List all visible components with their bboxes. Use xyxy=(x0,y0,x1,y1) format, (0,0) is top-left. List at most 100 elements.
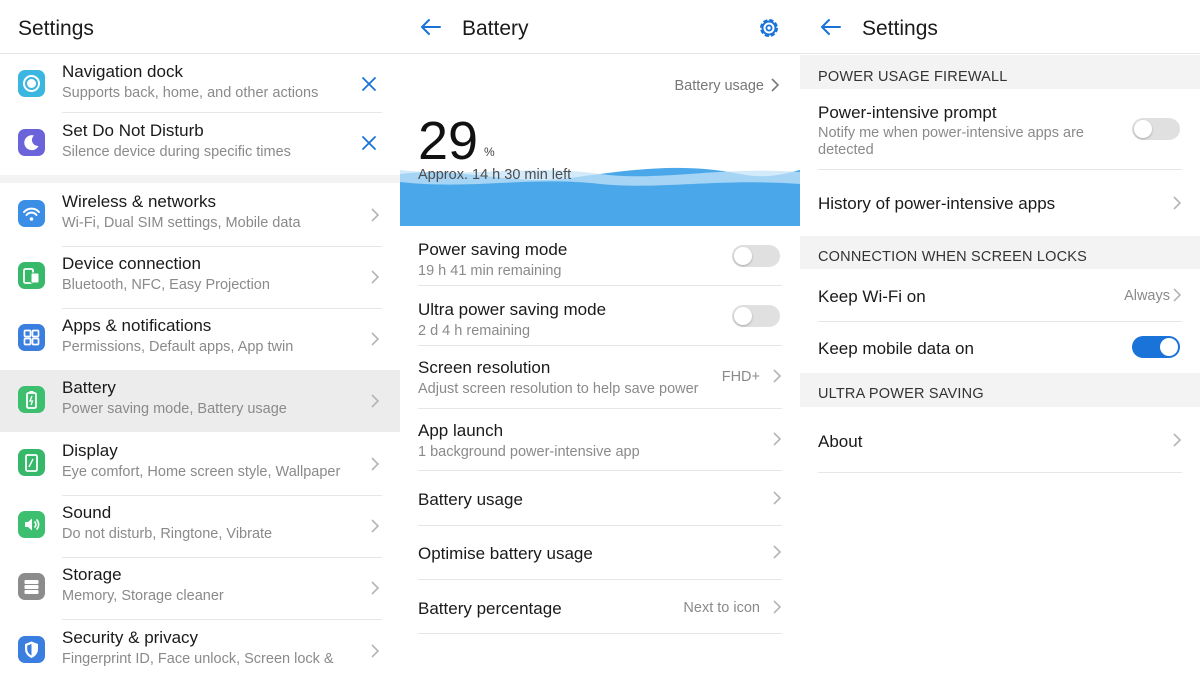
divider xyxy=(418,633,782,634)
chevron-right-icon xyxy=(771,544,783,560)
toggle-knob xyxy=(1160,338,1178,356)
sidebar-item-security[interactable]: Security & privacy Fingerprint ID, Face … xyxy=(0,620,400,675)
row-subtitle: 2 d 4 h remaining xyxy=(418,323,531,339)
section-header-screen-lock: CONNECTION WHEN SCREEN LOCKS xyxy=(800,236,1200,269)
section-header-ultra-power: ULTRA POWER SAVING xyxy=(800,373,1200,407)
row-value: Always xyxy=(1124,288,1170,304)
sidebar-item-device-connection[interactable]: Device connection Bluetooth, NFC, Easy P… xyxy=(0,246,400,308)
display-icon xyxy=(18,449,45,476)
list-item-title: Device connection xyxy=(62,254,201,273)
chevron-right-icon xyxy=(771,431,783,447)
chevron-right-icon xyxy=(369,331,381,347)
settings-panel: Settings Navigation dock Supports back, … xyxy=(0,0,400,675)
chevron-right-icon xyxy=(369,643,381,659)
keep-mobile-data-row[interactable]: Keep mobile data on xyxy=(800,322,1200,373)
row-title: About xyxy=(818,432,863,451)
row-subtitle: Notify me when power-intensive apps are … xyxy=(818,125,1084,158)
power-saving-mode-row[interactable]: Power saving mode 19 h 41 min remaining xyxy=(400,226,800,286)
list-item-title: Storage xyxy=(62,565,122,584)
ultra-power-saving-toggle[interactable] xyxy=(732,305,780,327)
chevron-right-icon xyxy=(771,78,780,92)
sidebar-item-display[interactable]: Display Eye comfort, Home screen style, … xyxy=(0,433,400,495)
list-item-navigation-dock[interactable]: Navigation dock Supports back, home, and… xyxy=(0,54,400,116)
sidebar-item-apps[interactable]: Apps & notifications Permissions, Defaul… xyxy=(0,308,400,370)
page-title: Battery xyxy=(462,17,529,40)
about-row[interactable]: About xyxy=(800,407,1200,472)
toggle-knob xyxy=(734,247,752,265)
chevron-right-icon xyxy=(369,393,381,409)
row-value: FHD+ xyxy=(721,369,760,385)
battery-app-bar: Battery xyxy=(400,0,800,54)
power-intensive-prompt-toggle[interactable] xyxy=(1132,118,1180,140)
section-header-firewall: POWER USAGE FIREWALL xyxy=(800,55,1200,89)
list-item-subtitle: Fingerprint ID, Face unlock, Screen lock… xyxy=(62,651,334,667)
battery-level: 29 xyxy=(418,111,479,171)
page-title: Settings xyxy=(18,17,94,40)
sidebar-item-sound[interactable]: Sound Do not disturb, Ringtone, Vibrate xyxy=(0,495,400,557)
page-title: Settings xyxy=(862,17,938,40)
list-item-subtitle: Do not disturb, Ringtone, Vibrate xyxy=(62,526,273,542)
history-power-intensive-apps-row[interactable]: History of power-intensive apps xyxy=(800,170,1200,236)
divider xyxy=(818,472,1182,473)
moon-icon xyxy=(18,129,45,156)
section-header-label: CONNECTION WHEN SCREEN LOCKS xyxy=(818,249,1088,265)
close-icon[interactable] xyxy=(361,135,377,151)
sidebar-item-battery[interactable]: Battery Power saving mode, Battery usage xyxy=(0,370,400,432)
power-intensive-prompt-row[interactable]: Power-intensive prompt Notify me when po… xyxy=(800,89,1200,169)
chevron-right-icon xyxy=(771,490,783,506)
wifi-icon xyxy=(18,200,45,227)
gear-icon[interactable] xyxy=(756,15,782,41)
row-subtitle: Adjust screen resolution to help save po… xyxy=(418,381,699,397)
navigation-dock-icon xyxy=(18,70,45,97)
close-icon[interactable] xyxy=(361,76,377,92)
list-item-subtitle: Supports back, home, and other actions xyxy=(62,85,319,101)
ultra-power-saving-row[interactable]: Ultra power saving mode 2 d 4 h remainin… xyxy=(400,286,800,345)
chevron-right-icon xyxy=(1171,432,1183,448)
list-item-title: Wireless & networks xyxy=(62,192,216,211)
power-settings-app-bar: Settings xyxy=(800,0,1200,54)
row-title: Battery usage xyxy=(418,490,523,509)
battery-panel: Battery Battery usage 29 % Approx. 14 h … xyxy=(400,0,800,675)
list-item-subtitle: Memory, Storage cleaner xyxy=(62,588,224,604)
back-arrow-icon[interactable] xyxy=(418,14,444,40)
row-title: History of power-intensive apps xyxy=(818,194,1056,213)
battery-percentage-row[interactable]: Battery percentage Next to icon xyxy=(400,580,800,634)
list-item-subtitle: Power saving mode, Battery usage xyxy=(62,401,287,417)
keep-mobile-data-toggle[interactable] xyxy=(1132,336,1180,358)
chevron-right-icon xyxy=(771,599,783,615)
list-item-title: Security & privacy xyxy=(62,628,199,647)
list-item-subtitle: Eye comfort, Home screen style, Wallpape… xyxy=(62,464,341,480)
list-item-do-not-disturb[interactable]: Set Do Not Disturb Silence device during… xyxy=(0,113,400,175)
row-title: Keep mobile data on xyxy=(818,339,974,358)
chevron-right-icon xyxy=(369,518,381,534)
chevron-right-icon xyxy=(369,269,381,285)
row-title: Power-intensive prompt xyxy=(818,103,997,122)
battery-level-unit: % xyxy=(484,145,495,159)
row-title: Battery percentage xyxy=(418,599,562,618)
sidebar-item-storage[interactable]: Storage Memory, Storage cleaner xyxy=(0,557,400,619)
chevron-right-icon xyxy=(1171,287,1183,303)
sidebar-item-wireless[interactable]: Wireless & networks Wi-Fi, Dual SIM sett… xyxy=(0,184,400,246)
screen-resolution-row[interactable]: Screen resolution Adjust screen resoluti… xyxy=(400,346,800,408)
battery-icon xyxy=(18,386,45,413)
keep-wifi-on-row[interactable]: Keep Wi-Fi on Always xyxy=(800,269,1200,321)
device-connection-icon xyxy=(18,262,45,289)
list-item-title: Navigation dock xyxy=(62,62,183,81)
back-arrow-icon[interactable] xyxy=(818,14,844,40)
list-item-title: Display xyxy=(62,441,118,460)
optimise-battery-row[interactable]: Optimise battery usage xyxy=(400,526,800,580)
list-item-title: Apps & notifications xyxy=(62,316,212,335)
power-saving-mode-toggle[interactable] xyxy=(732,245,780,267)
list-item-subtitle: Bluetooth, NFC, Easy Projection xyxy=(62,277,270,293)
section-header-label: ULTRA POWER SAVING xyxy=(818,386,984,402)
list-item-subtitle: Silence device during specific times xyxy=(62,144,291,160)
section-gap xyxy=(0,175,400,183)
chevron-right-icon xyxy=(369,456,381,472)
chevron-right-icon xyxy=(369,580,381,596)
app-launch-row[interactable]: App launch 1 background power-intensive … xyxy=(400,409,800,470)
chevron-right-icon xyxy=(369,207,381,223)
battery-usage-row[interactable]: Battery usage xyxy=(400,471,800,525)
battery-usage-link-label: Battery usage xyxy=(674,78,764,94)
chevron-right-icon xyxy=(771,368,783,384)
battery-usage-link[interactable]: Battery usage xyxy=(675,78,780,94)
